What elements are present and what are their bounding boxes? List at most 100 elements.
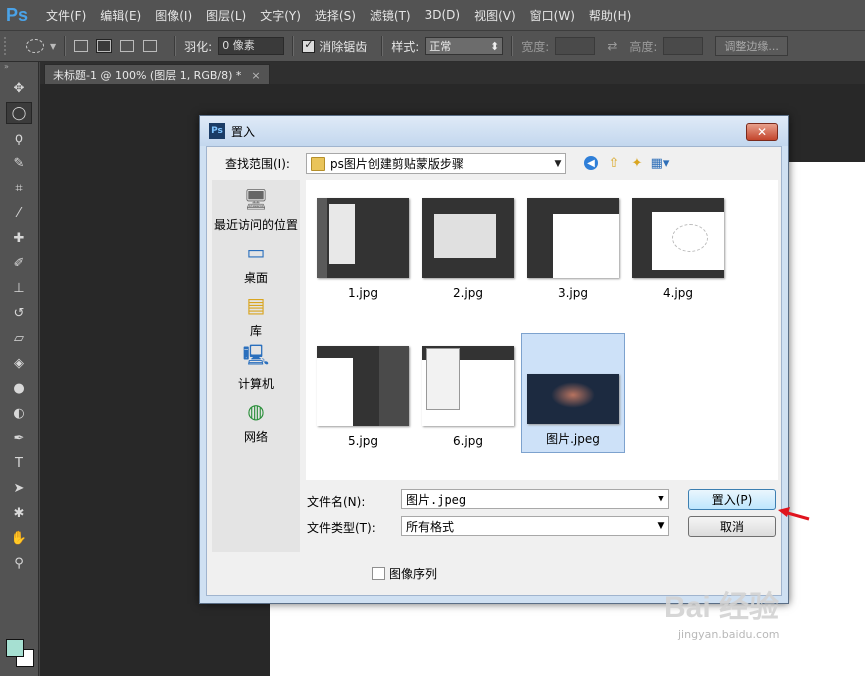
refine-edge-button[interactable]: 调整边缘... [715,36,788,56]
antialias-checkbox[interactable] [302,38,316,53]
intersect-selection-button[interactable] [143,40,158,52]
place-network[interactable]: ◍ 网络 [212,398,300,445]
close-button[interactable]: ✕ [746,123,778,141]
file-item[interactable]: 1.jpg [311,190,415,308]
divider [174,36,177,56]
file-item[interactable]: 2.jpg [416,190,520,308]
type-tool-icon[interactable]: T [6,452,32,474]
add-to-selection-button[interactable] [96,39,113,53]
chevron-down-icon[interactable]: ▼ [50,42,56,51]
place-button[interactable]: 置入(P) [688,489,776,510]
photoshop-icon: Ps [209,123,225,139]
options-bar: ▼ 羽化: 0 像素 消除锯齿 样式: 正常 ⬍ 宽度: ⇄ 高度: 调整边缘.… [0,30,865,62]
look-in-value: ps图片创建剪贴蒙版步骤 [330,157,464,171]
menu-image[interactable]: 图像(I) [155,7,192,24]
swap-icon[interactable]: ⇄ [607,39,617,53]
navigation-icons: ◀ ⇧ ✦ ▦▾ [582,154,674,172]
file-item[interactable]: 3.jpg [521,190,625,308]
back-button[interactable]: ◀ [582,154,600,172]
chevron-down-icon: ▼ [554,158,562,169]
paint-bucket-tool-icon[interactable]: ◈ [6,352,32,374]
menu-layer[interactable]: 图层(L) [206,7,246,24]
feather-input[interactable]: 0 像素 [218,37,285,55]
look-in-label: 查找范围(I): [225,157,290,171]
pen-tool-icon[interactable]: ✒ [6,427,32,449]
dialog-body: 查找范围(I): ps图片创建剪贴蒙版步骤 ▼ ◀ ⇧ ✦ ▦▾ 🖥 最近访问的… [206,146,782,596]
desktop-icon: ▭ [246,240,266,264]
height-input[interactable] [663,37,704,55]
color-swatches[interactable] [4,637,36,671]
lasso-tool-icon[interactable]: ϙ [6,127,32,149]
eraser-tool-icon[interactable]: ▱ [6,327,32,349]
filename-input[interactable]: 图片.jpeg ▼ [401,489,669,509]
document-tab[interactable]: 未标题-1 @ 100% (图层 1, RGB/8) * × [44,64,270,85]
subtract-selection-button[interactable] [120,40,135,52]
elliptical-marquee-preset-icon[interactable] [26,39,44,53]
chevron-down-icon: ▼ [657,521,665,531]
crop-tool-icon[interactable]: ⌗ [6,177,32,199]
style-select[interactable]: 正常 ⬍ [425,37,504,55]
menu-select[interactable]: 选择(S) [315,7,356,24]
image-sequence-option[interactable]: 图像序列 [372,565,437,582]
file-thumbnail [422,198,514,278]
clone-stamp-tool-icon[interactable]: ⊥ [6,277,32,299]
file-name: 3.jpg [557,286,589,300]
place-computer[interactable]: 🖳 计算机 [212,343,300,392]
divider [292,36,295,56]
quick-selection-tool-icon[interactable]: ✎ [6,152,32,174]
new-selection-button[interactable] [74,40,89,52]
up-folder-icon[interactable]: ⇧ [605,154,623,172]
divider [511,36,514,56]
menu-help[interactable]: 帮助(H) [589,7,631,24]
file-thumbnail [317,198,409,278]
menu-window[interactable]: 窗口(W) [530,7,575,24]
place-desktop[interactable]: ▭ 桌面 [212,239,300,286]
menu-filter[interactable]: 滤镜(T) [370,7,411,24]
cancel-button[interactable]: 取消 [688,516,776,537]
menu-file[interactable]: 文件(F) [46,7,86,24]
height-label: 高度: [629,39,658,54]
zoom-tool-icon[interactable]: ⚲ [6,552,32,574]
menu-edit[interactable]: 编辑(E) [100,7,141,24]
image-sequence-label: 图像序列 [389,567,438,581]
move-tool-icon[interactable]: ✥ [6,77,32,99]
file-thumbnail [632,198,724,278]
menu-view[interactable]: 视图(V) [474,7,516,24]
red-annotation-arrow [778,507,810,521]
file-item[interactable]: 4.jpg [626,190,730,308]
new-folder-icon[interactable]: ✦ [628,154,646,172]
width-input[interactable] [555,37,596,55]
hand-tool-icon[interactable]: ✋ [6,527,32,549]
file-item-selected[interactable]: 图片.jpeg [521,333,625,453]
path-selection-tool-icon[interactable]: ➤ [6,477,32,499]
file-item[interactable]: 5.jpg [311,338,415,456]
brush-tool-icon[interactable]: ✐ [6,252,32,274]
filetype-select[interactable]: 所有格式 ▼ [401,516,669,536]
tools-panel: » ✥ ◯ ϙ ✎ ⌗ ⁄ ✚ ✐ ⊥ ↺ ▱ ◈ ● ◐ ✒ T ➤ ✱ ✋ … [0,62,39,676]
place-recent[interactable]: 🖥 最近访问的位置 [212,186,300,233]
file-item[interactable]: 6.jpg [416,338,520,456]
folder-icon [311,156,325,171]
photoshop-logo: Ps [6,4,29,25]
healing-brush-tool-icon[interactable]: ✚ [6,227,32,249]
history-brush-tool-icon[interactable]: ↺ [6,302,32,324]
eyedropper-tool-icon[interactable]: ⁄ [6,202,32,224]
foreground-color-swatch[interactable] [6,639,24,657]
computer-icon: 🖳 [242,343,270,367]
chevron-down-icon[interactable]: ▼ [654,494,668,504]
elliptical-marquee-tool-icon[interactable]: ◯ [6,102,32,124]
view-menu-icon[interactable]: ▦▾ [651,154,670,172]
image-sequence-checkbox[interactable] [372,567,385,580]
tools-panel-header[interactable]: » [0,62,38,74]
document-tab-title: 未标题-1 @ 100% (图层 1, RGB/8) * [53,69,242,82]
blur-tool-icon[interactable]: ● [6,377,32,399]
place-libraries[interactable]: ▤ 库 [212,292,300,339]
dodge-tool-icon[interactable]: ◐ [6,402,32,424]
menu-3d[interactable]: 3D(D) [425,8,460,22]
look-in-dropdown[interactable]: ps图片创建剪贴蒙版步骤 ▼ [306,153,566,174]
menu-type[interactable]: 文字(Y) [260,7,301,24]
filename-label: 文件名(N): [307,495,366,509]
shape-tool-icon[interactable]: ✱ [6,502,32,524]
dialog-title-bar[interactable]: Ps 置入 ✕ [200,116,788,146]
close-icon[interactable]: × [251,69,260,82]
